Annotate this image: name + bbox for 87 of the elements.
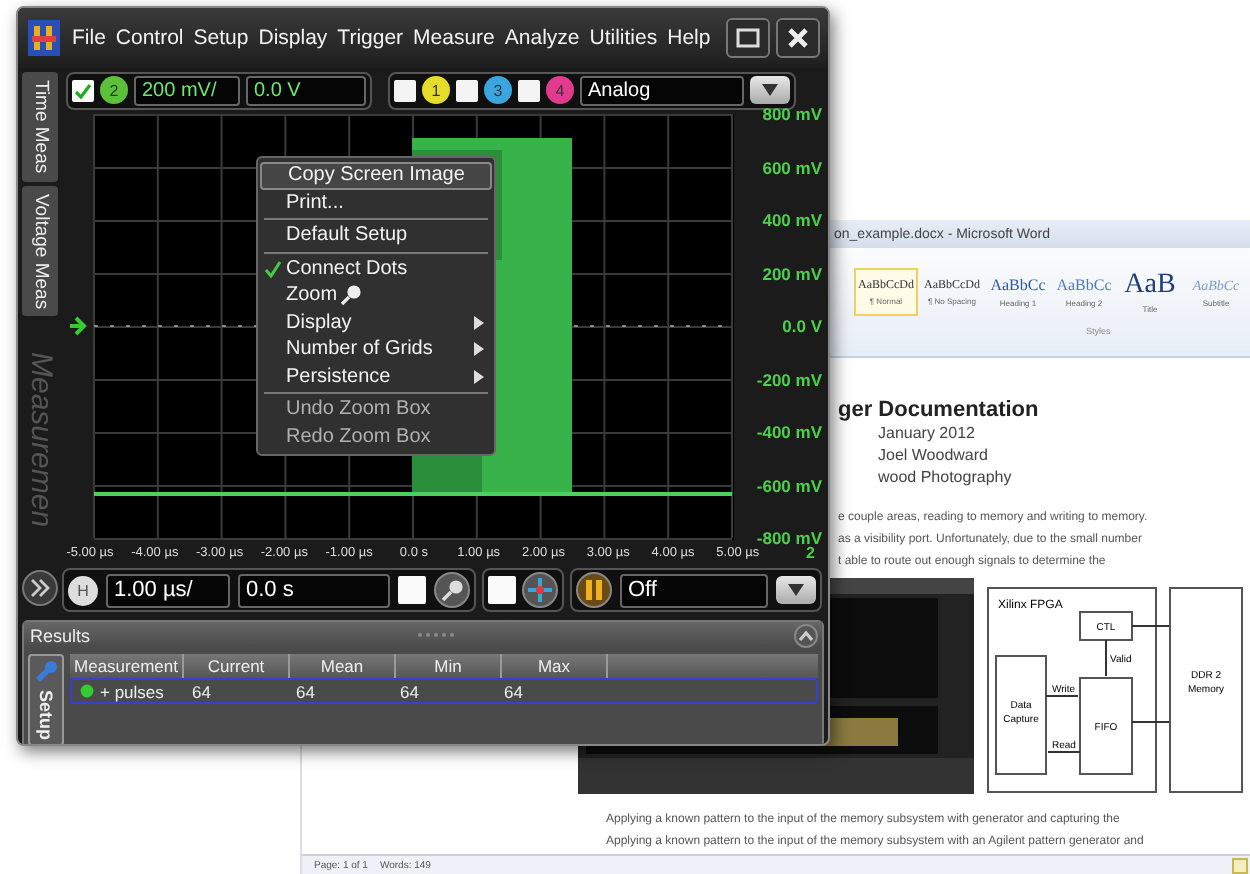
document-heading: ger Documentation <box>838 398 1041 422</box>
menu-item[interactable]: Control <box>115 26 184 50</box>
menu-item[interactable]: Connect Dots <box>260 255 492 282</box>
table-cell: + pulses <box>100 681 164 701</box>
panel-title: Results <box>30 625 91 645</box>
marker-button[interactable] <box>522 572 558 608</box>
grip-handle-icon[interactable] <box>416 632 456 638</box>
menu-item[interactable]: Utilities <box>589 26 658 50</box>
checkbox[interactable] <box>488 576 516 604</box>
table-row[interactable]: + pulses 64 64 64 64 <box>70 678 818 704</box>
menu-item[interactable]: File <box>72 26 106 50</box>
check-icon <box>263 259 281 278</box>
menu-item[interactable]: Print... <box>260 189 492 216</box>
close-button[interactable] <box>776 18 820 58</box>
close-icon <box>786 26 810 50</box>
magnifier-icon <box>440 578 464 602</box>
chevron-up-icon <box>798 629 814 641</box>
position-field[interactable]: 0.0 s <box>238 573 390 607</box>
dropdown-icon <box>760 82 780 98</box>
menu-item[interactable]: Number of Grids <box>260 336 492 363</box>
axis-label: 0.0 V <box>782 314 822 338</box>
magnifier-icon <box>339 284 362 307</box>
run-stop-button[interactable] <box>576 572 612 608</box>
chevron-icon <box>30 578 50 599</box>
channel-button[interactable]: 2 <box>100 76 128 104</box>
menu-item[interactable]: Persistence <box>260 363 492 390</box>
channel-button[interactable]: 1 <box>422 76 450 104</box>
table-cell: 64 <box>400 681 419 701</box>
column-header[interactable]: Min <box>396 654 502 678</box>
pause-icon <box>586 580 602 600</box>
status-dot-icon <box>80 684 94 698</box>
mode-dropdown[interactable]: Analog <box>580 75 744 105</box>
menu-item[interactable]: Default Setup <box>260 222 492 249</box>
axis-label: -800 mV <box>756 526 822 548</box>
app-logo-icon <box>28 20 60 56</box>
axis-label: -600 mV <box>756 473 822 497</box>
wrench-icon <box>34 660 58 684</box>
scale-field[interactable]: 200 mV/ <box>134 75 240 105</box>
axis-label: 400 mV <box>762 208 822 232</box>
channel-button[interactable]: 3 <box>484 76 512 104</box>
menu-item[interactable]: Display <box>260 309 492 336</box>
menu-item[interactable]: Measure <box>413 26 495 50</box>
menu-item[interactable]: Copy Screen Image <box>260 162 492 189</box>
check-icon <box>74 81 92 99</box>
table-cell: 64 <box>504 681 523 701</box>
crosshair-icon <box>528 578 552 602</box>
menu-item[interactable]: Setup <box>193 26 249 50</box>
menu-item[interactable]: Trigger <box>337 26 404 50</box>
menu-item[interactable]: Zoom <box>260 282 492 309</box>
collapse-button[interactable] <box>794 623 818 647</box>
checkbox[interactable] <box>398 576 426 604</box>
document-text: January 2012 <box>878 422 977 444</box>
checkbox[interactable] <box>456 79 478 101</box>
axis-label: -400 mV <box>756 420 822 444</box>
axis-label: 200 mV <box>762 261 822 285</box>
column-header[interactable]: Current <box>184 654 290 678</box>
expand-button[interactable] <box>22 570 58 607</box>
column-header[interactable]: Max <box>502 654 608 678</box>
checkbox[interactable] <box>72 79 94 101</box>
maximize-button[interactable] <box>726 18 770 58</box>
dropdown-button[interactable] <box>750 76 790 104</box>
channel-marker: 2 <box>806 543 815 561</box>
side-tab[interactable]: Voltage Meas <box>22 185 58 317</box>
zoom-button[interactable] <box>434 572 470 608</box>
timebase-field[interactable]: 1.00 µs/ <box>106 573 230 607</box>
checkbox[interactable] <box>518 79 540 101</box>
column-header[interactable]: Measurement <box>70 654 184 678</box>
axis-label: -200 mV <box>756 367 822 391</box>
column-header[interactable]: Mean <box>290 654 396 678</box>
document-text: Joel Woodward <box>878 444 990 466</box>
side-tab[interactable]: Time Meas <box>22 72 58 182</box>
dropdown-button[interactable] <box>776 576 816 604</box>
horizontal-button[interactable]: H <box>68 575 98 605</box>
table-cell: 64 <box>296 681 315 701</box>
trigger-marker-icon <box>68 312 88 340</box>
axis-label: 800 mV <box>762 102 822 126</box>
menu-item[interactable]: Help <box>667 26 711 50</box>
axis-label: 600 mV <box>762 155 822 179</box>
document-text: wood Photography <box>878 466 1014 488</box>
checkbox[interactable] <box>394 79 416 101</box>
menu-item[interactable]: Analyze <box>504 26 580 50</box>
maximize-icon <box>736 28 760 48</box>
offset-field[interactable]: 0.0 V <box>246 75 366 105</box>
setup-tab[interactable]: Setup <box>28 654 64 744</box>
table-cell: 64 <box>192 681 211 701</box>
menu-item[interactable]: Display <box>258 26 328 50</box>
trigger-dropdown[interactable]: Off <box>620 573 768 607</box>
